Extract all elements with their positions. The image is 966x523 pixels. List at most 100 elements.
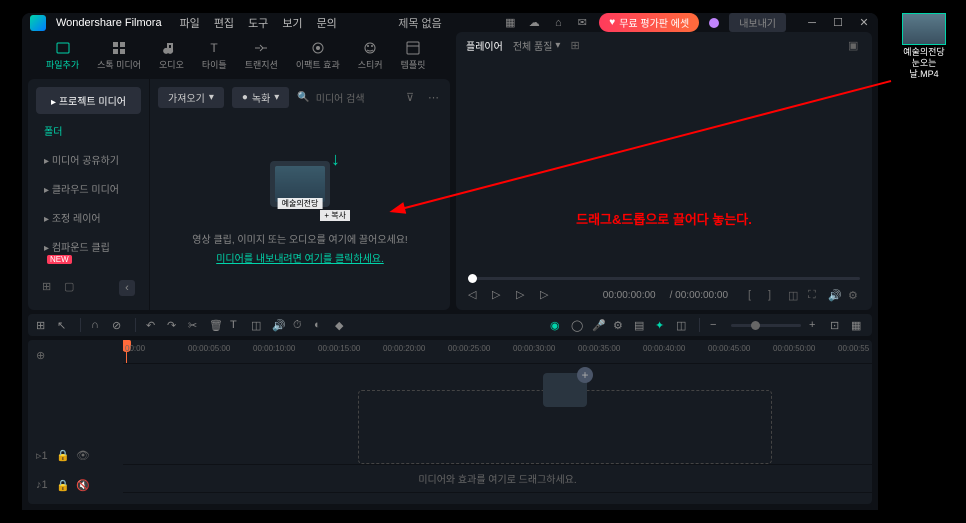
tab-template[interactable]: 템플릿 [393, 36, 434, 75]
tab-transition[interactable]: 트랜지션 [237, 36, 286, 75]
tl-magnet-icon[interactable]: ∩ [91, 319, 104, 332]
media-tabs: 파일추가 스톡 미디어 오디오 T타이틀 트랜지션 이팩트 효과 스티커 템플릿 [28, 32, 450, 79]
tl-mixer-icon[interactable]: ⚙ [613, 319, 626, 332]
document-title: 제목 없음 [347, 15, 493, 31]
timeline-ruler[interactable]: 00:00 00:00:05:00 00:00:10:00 00:00:15:0… [123, 340, 872, 364]
sidebar-share-media[interactable]: ▸ 미디어 공유하기 [36, 147, 141, 172]
tl-cursor-icon[interactable]: ↖ [57, 319, 70, 332]
video-track-lane[interactable] [123, 464, 872, 492]
tl-speed-icon[interactable]: ⏱ [293, 319, 306, 332]
progress-bar[interactable] [468, 277, 860, 280]
record-dropdown[interactable]: ● 녹화 ▾ [232, 87, 289, 108]
sidebar-compound-clip[interactable]: ▸ 컴파운드 클립NEW [36, 234, 141, 270]
tl-undo-icon[interactable]: ↶ [146, 319, 159, 332]
sidebar-folder[interactable]: 폴더 [36, 118, 141, 143]
file-thumb-image [902, 13, 946, 45]
tab-stock-media[interactable]: 스톡 미디어 [89, 36, 149, 75]
player-tab[interactable]: 플레이어 [466, 38, 503, 53]
mark-out-icon[interactable]: ] [768, 289, 780, 301]
menu-help[interactable]: 문의 [317, 15, 337, 31]
video-track-icon[interactable]: ▹1 [36, 449, 48, 461]
cloud-icon[interactable]: ☁ [527, 16, 541, 30]
settings-icon[interactable]: ⚙ [848, 289, 860, 301]
tl-ai-icon[interactable]: ◉ [550, 319, 563, 332]
tl-zoom-out-icon[interactable]: − [710, 319, 723, 332]
sidebar-adjustment-layer[interactable]: ▸ 조정 레이어 [36, 205, 141, 230]
tl-zoom-in-icon[interactable]: + [809, 319, 822, 332]
tl-effects-icon[interactable]: ✦ [655, 319, 668, 332]
menu-tools[interactable]: 도구 [248, 15, 268, 31]
next-frame-button[interactable]: ▷ [540, 288, 554, 302]
more-icon[interactable]: ⋯ [428, 91, 442, 105]
tl-subtitle-icon[interactable]: ▤ [634, 319, 647, 332]
minimize-button[interactable]: ─ [806, 17, 818, 29]
video-visibility-icon[interactable]: 👁 [76, 449, 88, 461]
tab-sticker[interactable]: 스티커 [350, 36, 391, 75]
tab-effects[interactable]: 이팩트 효과 [288, 36, 348, 75]
tl-zoom-fit-icon[interactable]: ⊡ [830, 319, 843, 332]
message-icon[interactable]: ✉ [575, 16, 589, 30]
grid-icon[interactable]: ⊞ [570, 39, 584, 53]
tl-link-icon[interactable]: ⊘ [112, 319, 125, 332]
crop-icon[interactable]: ◫ [788, 289, 800, 301]
filter-icon[interactable]: ⊽ [406, 91, 420, 105]
sidebar-cloud-media[interactable]: ▸ 클라우드 미디어 [36, 176, 141, 201]
video-lock-icon[interactable]: 🔒 [56, 449, 68, 461]
timeline-tracks[interactable]: 미디어와 효과를 여기로 드래그하세요. [123, 364, 872, 504]
home-icon[interactable]: ⌂ [551, 16, 565, 30]
audio-track-lane[interactable] [123, 492, 872, 504]
tl-grid-icon[interactable]: ▦ [851, 319, 864, 332]
export-button[interactable]: 내보내기 [729, 13, 786, 32]
tab-audio[interactable]: 오디오 [151, 36, 192, 75]
audio-track-icon[interactable]: ♪1 [36, 479, 48, 491]
tl-mic-icon[interactable]: 🎤 [592, 319, 605, 332]
tl-text-icon[interactable]: T [230, 319, 243, 332]
prev-frame-button[interactable]: ◁ [468, 288, 482, 302]
fullscreen-icon[interactable]: ⛶ [808, 289, 820, 301]
annotation-text: 드래그&드롭으로 끌어다 놓는다. [576, 209, 752, 228]
search-input[interactable]: 🔍 미디어 검색 [297, 90, 398, 105]
tl-color-icon[interactable]: ◐ [314, 319, 327, 332]
media-thumbnail[interactable]: ↓ 예술의전당 + 복사 [270, 161, 330, 207]
project-media-button[interactable]: ▸ 프로젝트 미디어 [36, 87, 141, 114]
menu-file[interactable]: 파일 [180, 15, 200, 31]
tl-redo-icon[interactable]: ↷ [167, 319, 180, 332]
audio-mute-icon[interactable]: 🔇 [76, 479, 88, 491]
timeline-drop-zone[interactable] [358, 390, 772, 464]
menu-view[interactable]: 보기 [282, 15, 302, 31]
folder-add-icon[interactable]: ⊞ [42, 280, 56, 294]
quality-dropdown[interactable]: 전체 품질 ▾ [513, 38, 561, 53]
svg-text:T: T [211, 41, 219, 55]
tl-delete-icon[interactable]: 🗑 [209, 319, 222, 332]
tl-keyframe-icon[interactable]: ◆ [335, 319, 348, 332]
tl-render-icon[interactable]: ◫ [676, 319, 689, 332]
export-media-link[interactable]: 미디어를 내보내려면 여기를 클릭하세요. [216, 250, 384, 265]
promo-button[interactable]: ♥ 무료 평가판 에셋 [599, 13, 699, 32]
tl-volume-icon[interactable]: 🔊 [272, 319, 285, 332]
profile-dot-icon[interactable] [709, 18, 719, 28]
play-button[interactable]: ▷ [516, 288, 530, 302]
mark-in-icon[interactable]: [ [748, 289, 760, 301]
tab-title[interactable]: T타이틀 [194, 36, 235, 75]
layout-icon[interactable]: ▦ [503, 16, 517, 30]
maximize-button[interactable]: ☐ [832, 17, 844, 29]
tl-expand-icon[interactable]: ⊞ [36, 319, 49, 332]
stop-button[interactable]: ▷ [492, 288, 506, 302]
volume-icon[interactable]: 🔊 [828, 289, 840, 301]
import-dropdown[interactable]: 가져오기 ▾ [158, 87, 224, 108]
menu-edit[interactable]: 편집 [214, 15, 234, 31]
close-button[interactable]: ✕ [858, 17, 870, 29]
tl-marker-icon[interactable]: ◯ [571, 319, 584, 332]
snapshot-icon[interactable]: ▣ [848, 39, 862, 53]
audio-lock-icon[interactable]: 🔒 [56, 479, 68, 491]
tl-crop-icon[interactable]: ◫ [251, 319, 264, 332]
media-drop-zone[interactable]: ↓ 예술의전당 + 복사 영상 클립, 이미지 또는 오디오를 여기에 끌어오세… [150, 116, 450, 310]
track-add-icon[interactable]: ⊕ [36, 349, 48, 361]
folder-icon[interactable]: ▢ [64, 280, 78, 294]
zoom-slider[interactable] [731, 324, 801, 327]
tab-file-add[interactable]: 파일추가 [38, 36, 87, 75]
collapse-sidebar-button[interactable]: ‹ [119, 280, 135, 296]
external-file-thumbnail[interactable]: 예술의전당 눈오는 날.MP4 [896, 13, 952, 79]
tl-cut-icon[interactable]: ✂ [188, 319, 201, 332]
current-time: 00:00:00:00 [603, 290, 656, 301]
